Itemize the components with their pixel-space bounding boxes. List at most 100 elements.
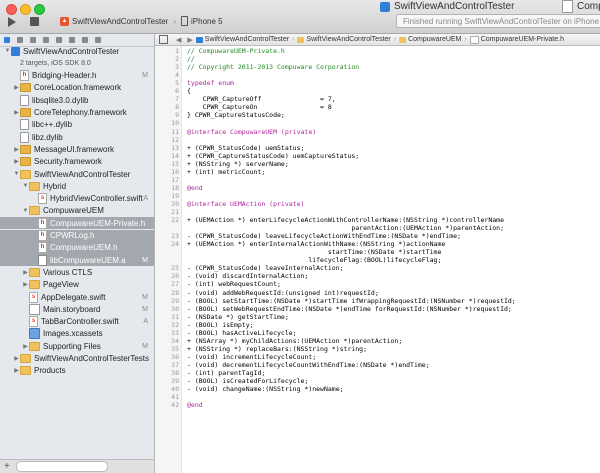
code-text: - (void) decrementLifecycleCountWithEndT… [187, 360, 430, 369]
related-items-icon[interactable] [159, 35, 168, 44]
navigator-row[interactable]: libsqlite3.0.dylib [0, 94, 154, 106]
navigator-row[interactable]: libCompuwareUEM.a M [0, 254, 154, 267]
code-line: 24 + (UEMAction *) enterInternalActionWit… [155, 240, 600, 248]
folder-tab-icon[interactable] [4, 37, 10, 43]
navigator-row[interactable]: libz.dylib [0, 131, 154, 143]
back-icon[interactable]: ◀ [176, 36, 181, 44]
line-number: 33 [171, 328, 179, 337]
code-line: 27 - (int) webRequestCount; [155, 280, 600, 288]
disclosure-open-icon[interactable]: ▼ [4, 48, 11, 54]
navigator-row[interactable]: libc++.dylib [0, 119, 154, 131]
disclosure-closed-icon[interactable]: ▶ [13, 355, 20, 362]
report-tab-icon[interactable] [95, 37, 101, 43]
disclosure-closed-icon[interactable]: ▶ [13, 84, 20, 91]
disclosure-closed-icon[interactable]: ▶ [22, 343, 29, 350]
code-line: 11 @interface CompuwareUEM (private) [155, 128, 600, 136]
source-editor[interactable]: 1 // CompuwareUEM-Private.h 2 // 3 // Copyrig… [155, 46, 600, 473]
navigator-row[interactable]: ▶ CoreLocation.framework [0, 82, 154, 94]
line-number: 11 [171, 127, 179, 136]
swift-file-icon: s [38, 193, 47, 205]
code-line: 41 [155, 393, 600, 401]
swift-file-icon: s [29, 316, 38, 328]
close-window-button[interactable] [6, 4, 17, 15]
navigator-row-label: MessageUI.framework [34, 144, 115, 154]
navigator-row[interactable]: s TabBarController.swift A [0, 316, 154, 328]
navigator-row[interactable]: ▶ PageView [0, 279, 154, 291]
assets-file-icon [29, 328, 40, 340]
navigator-row-label: SwiftViewAndControlTester [34, 169, 131, 179]
chevron-right-icon: › [173, 16, 177, 26]
navigator-row[interactable]: Images.xcassets [0, 328, 154, 340]
disclosure-closed-icon[interactable]: ▶ [13, 109, 20, 116]
navigator-row[interactable]: 2 targets, iOS SDK 8.0 [0, 57, 154, 69]
navigator-row[interactable]: h Bridging-Header.h M [0, 70, 154, 82]
line-number: 14 [171, 151, 179, 160]
navigator-row[interactable]: ▶ Supporting Files M [0, 340, 154, 352]
navigator-row[interactable]: ▶ Various CTLS [0, 266, 154, 278]
code-text: - (BOOL) isCreatedForLifecycle; [187, 377, 309, 386]
navigator-row[interactable]: ▼ CompuwareUEM [0, 205, 154, 217]
breadcrumb-folder[interactable]: SwiftViewAndControlTester [297, 36, 391, 43]
navigator-row[interactable]: ▶ MessageUI.framework [0, 143, 154, 155]
navigator-row-label: Products [34, 366, 66, 376]
breadcrumb-file[interactable]: CompuwareUEM-Private.h [469, 35, 564, 44]
navigator-row[interactable]: s AppDelegate.swift M [0, 291, 154, 303]
run-button[interactable] [8, 17, 16, 27]
storyboard-file-icon [29, 303, 40, 315]
disclosure-open-icon[interactable]: ▼ [13, 171, 20, 177]
forward-icon[interactable]: ▶ [187, 36, 192, 44]
navigator-row-label: CPWRLog.h [50, 231, 95, 240]
navigator-row-label: libz.dylib [32, 132, 63, 142]
navigator-row[interactable]: ▶ CoreTelephony.framework [0, 107, 154, 119]
search-tab-icon[interactable] [30, 37, 36, 43]
minimize-window-button[interactable] [20, 4, 31, 15]
navigator-row-label: CompuwareUEM [43, 206, 104, 216]
navigator-row[interactable]: ▶ Products [0, 365, 154, 377]
navigator-row[interactable]: h CompuwareUEM-Private.h [0, 217, 154, 230]
code-line: 17 [155, 176, 600, 184]
code-line: 34 + (NSArray *) myChildActions:(UEMActio… [155, 337, 600, 345]
code-text: // Copyright 2011-2013 Compuware Corpora… [187, 63, 360, 72]
stop-button[interactable] [30, 17, 39, 26]
navigator-row[interactable]: h CompuwareUEM.h [0, 241, 154, 254]
code-line: 10 [155, 119, 600, 127]
code-line: 2 // [155, 55, 600, 63]
disclosure-closed-icon[interactable]: ▶ [13, 146, 20, 153]
breadcrumb-project[interactable]: SwiftViewAndControlTester [195, 36, 289, 43]
disclosure-closed-icon[interactable]: ▶ [13, 367, 20, 374]
code-line: 13 + (CPWR_StatusCode) uemStatus; [155, 144, 600, 152]
navigator-row[interactable]: ▶ Security.framework [0, 156, 154, 168]
folder-file-icon [20, 354, 31, 363]
scheme-selector[interactable]: ▲ SwiftViewAndControlTester › iPhone 5 [60, 14, 223, 28]
navigator-row[interactable]: ▼ Hybrid [0, 180, 154, 192]
issue-tab-icon[interactable] [43, 37, 49, 43]
code-line: 19 [155, 192, 600, 200]
navigator-row[interactable]: s HybridViewController.swift A [0, 193, 154, 205]
line-number: 12 [171, 135, 179, 144]
navigator-row[interactable]: ▼ SwiftViewAndControlTester [0, 45, 154, 57]
code-text: + (NSString *) replaceBars:(NSString *)s… [187, 344, 368, 353]
zoom-window-button[interactable] [34, 4, 45, 15]
code-text: } CPWR_CaptureStatusCode; [187, 111, 285, 120]
navigator-row[interactable]: ▶ SwiftViewAndControlTesterTests [0, 353, 154, 365]
code-line: 33 - (BOOL) hasActiveLifecycle; [155, 329, 600, 337]
navigator-row-label: PageView [43, 280, 79, 290]
symbol-tab-icon[interactable] [17, 37, 23, 43]
filter-field[interactable] [15, 461, 108, 472]
disclosure-closed-icon[interactable]: ▶ [22, 269, 29, 276]
debug-tab-icon[interactable] [69, 37, 75, 43]
breakpoint-tab-icon[interactable] [82, 37, 88, 43]
disclosure-open-icon[interactable]: ▼ [22, 208, 29, 214]
navigator-row[interactable]: Main.storyboard M [0, 303, 154, 315]
navigator-row[interactable]: h CPWRLog.h [0, 229, 154, 242]
test-tab-icon[interactable] [56, 37, 62, 43]
breadcrumb-group[interactable]: CompuwareUEM [399, 36, 461, 43]
disclosure-closed-icon[interactable]: ▶ [22, 281, 29, 288]
line-number: 27 [171, 280, 179, 289]
disclosure-closed-icon[interactable]: ▶ [13, 158, 20, 165]
disclosure-open-icon[interactable]: ▼ [22, 183, 29, 189]
code-text: startTime:(NSDate *)startTime [187, 248, 442, 257]
navigator-row[interactable]: ▼ SwiftViewAndControlTester [0, 168, 154, 180]
code-text: - (void) addWebRequestId:(unsigned int)r… [187, 288, 379, 297]
add-icon[interactable]: + [4, 461, 10, 472]
